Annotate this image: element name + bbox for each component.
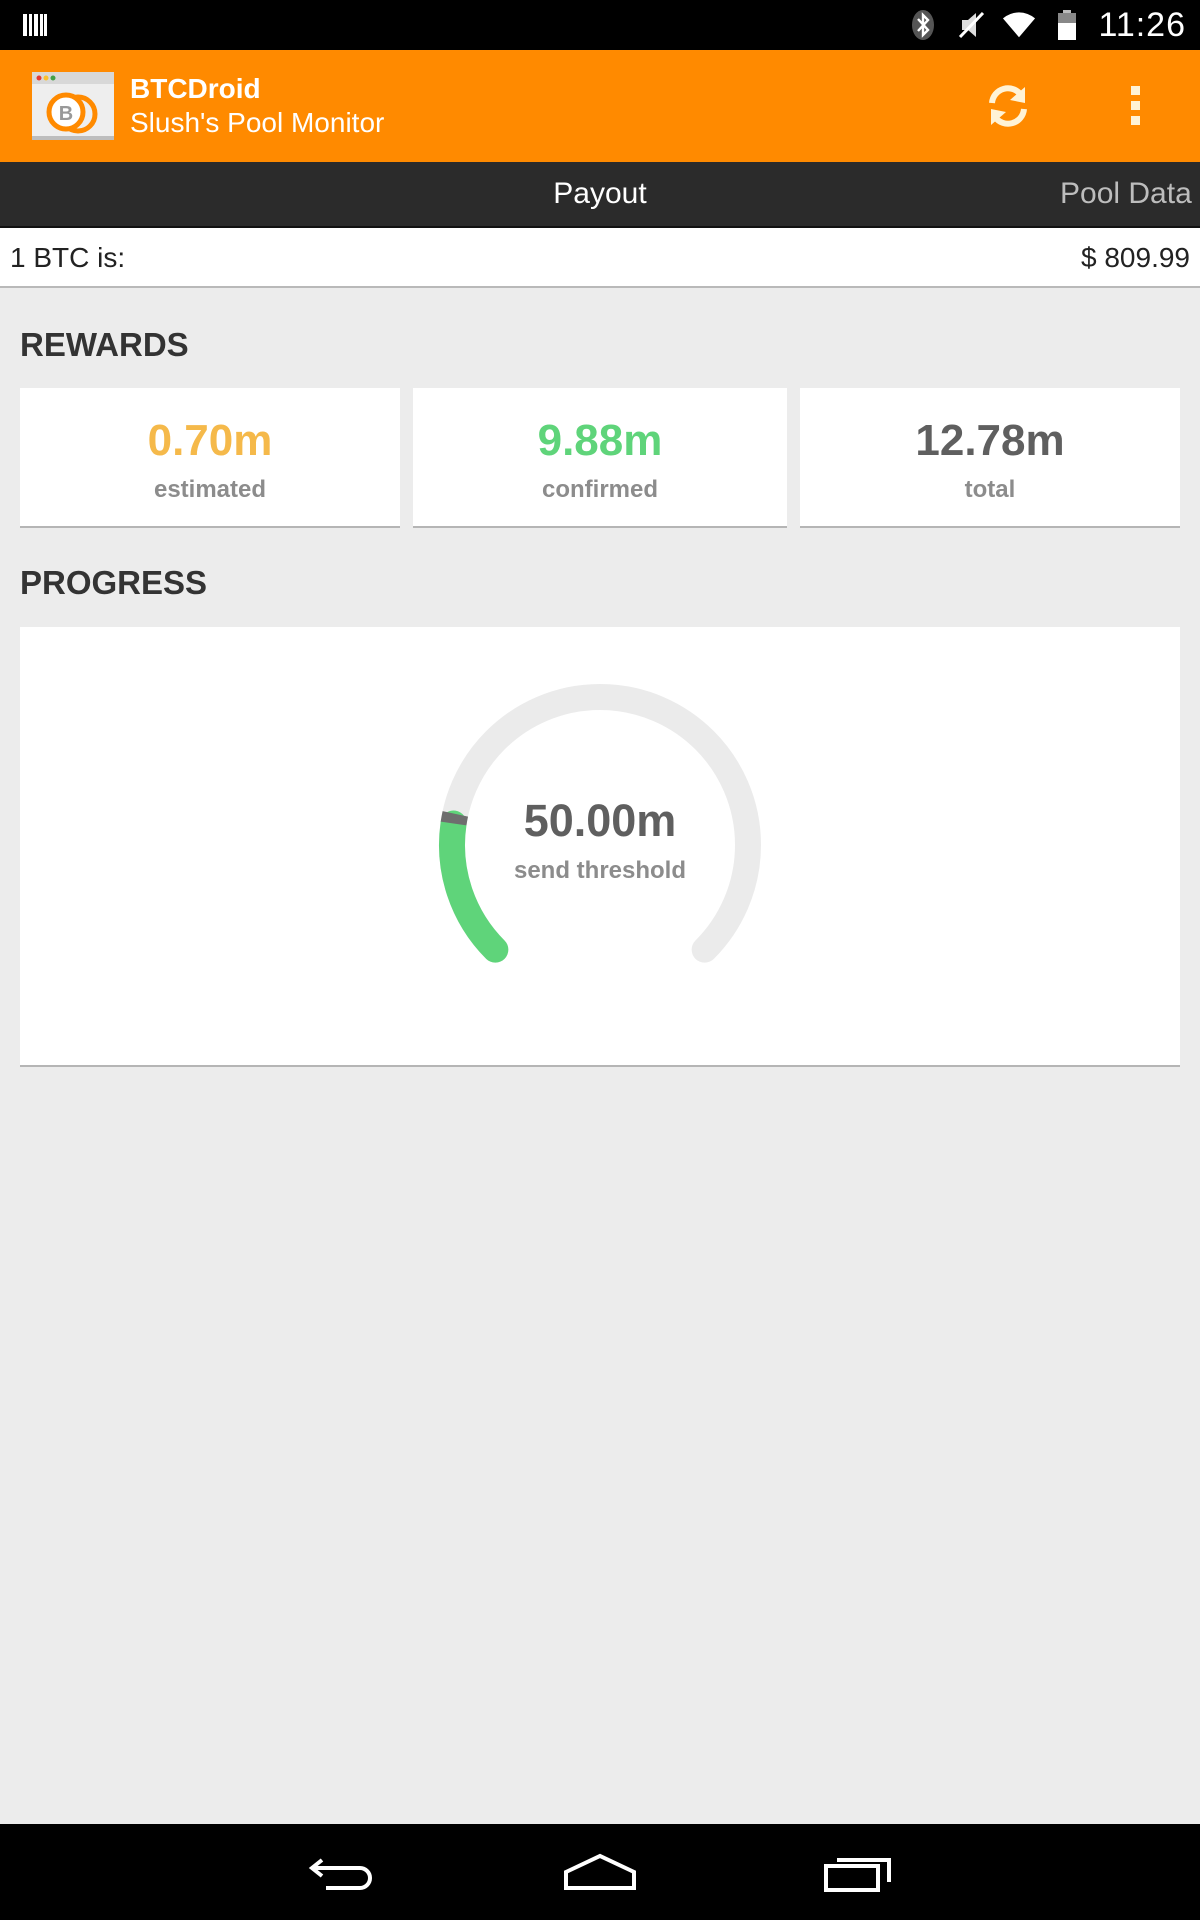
btc-price-label: 1 BTC is: [10, 242, 126, 273]
tab-payout[interactable]: Payout [510, 162, 690, 226]
reward-label-confirmed: confirmed [541, 476, 658, 503]
recents-icon [824, 1858, 891, 1892]
home-icon [564, 1853, 636, 1890]
back-button[interactable] [298, 1842, 388, 1902]
reward-label-total: total [964, 476, 1016, 503]
back-icon [308, 1858, 372, 1890]
progress-card: 50.00m send threshold [20, 627, 1180, 1067]
threshold-value: 50.00m [523, 795, 677, 846]
reward-value-confirmed: 9.88m [537, 416, 663, 465]
progress-heading: PROGRESS [20, 564, 208, 601]
refresh-icon [989, 85, 1027, 127]
mute-icon [954, 8, 988, 42]
svg-text:B: B [59, 103, 73, 125]
battery-icon [1050, 8, 1084, 42]
app-subtitle: Slush's Pool Monitor [130, 107, 385, 138]
screen: 11:26 B BTCDroid Slush's Pool Monitor Pa… [0, 0, 1200, 1920]
btc-price-row: 1 BTC is: $ 809.99 [0, 228, 1200, 288]
btc-price-value: $ 809.99 [1081, 242, 1190, 273]
status-bar: 11:26 [0, 0, 1200, 50]
wifi-icon [1002, 8, 1036, 42]
clock: 11:26 [1098, 5, 1186, 44]
action-bar: B BTCDroid Slush's Pool Monitor [0, 50, 1200, 162]
app-logo-icon[interactable]: B [30, 70, 116, 142]
barcode-icon [22, 12, 48, 38]
reward-card-estimated: 0.70m estimated [20, 388, 400, 528]
reward-label-estimated: estimated [153, 476, 267, 503]
reward-value-estimated: 0.70m [147, 416, 273, 465]
threshold-label: send threshold [513, 857, 687, 884]
progress-gauge [439, 684, 761, 963]
recents-button[interactable] [813, 1842, 903, 1902]
overflow-menu-icon [1131, 86, 1140, 125]
tab-pool-data[interactable]: Pool Data [1060, 162, 1192, 226]
bluetooth-icon [906, 8, 940, 42]
rewards-heading: REWARDS [20, 326, 189, 363]
home-button[interactable] [555, 1842, 645, 1902]
refresh-button[interactable] [978, 76, 1038, 136]
app-title: BTCDroid [130, 73, 261, 104]
reward-card-confirmed: 9.88m confirmed [413, 388, 787, 528]
overflow-menu-button[interactable] [1112, 76, 1160, 136]
navigation-bar [0, 1824, 1200, 1920]
reward-card-total: 12.78m total [800, 388, 1180, 528]
reward-value-total: 12.78m [915, 416, 1065, 465]
tab-strip: Payout Pool Data [0, 162, 1200, 228]
